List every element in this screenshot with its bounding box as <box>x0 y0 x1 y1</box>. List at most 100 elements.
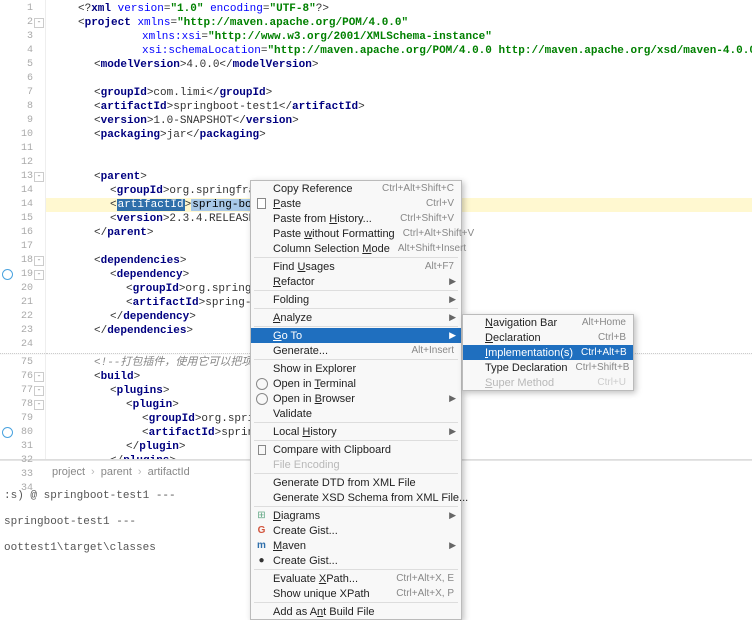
crumb[interactable]: project <box>52 466 85 478</box>
ctx-item-generate-dtd-from-xml-file[interactable]: Generate DTD from XML File <box>251 475 461 490</box>
ctx-item-paste-without-formatting[interactable]: Paste without FormattingCtrl+Alt+Shift+V <box>251 226 461 241</box>
ctx-item-analyze[interactable]: Analyze▶ <box>251 310 461 325</box>
goto-item-implementation-s[interactable]: Implementation(s)Ctrl+Alt+B <box>463 345 633 360</box>
goto-item-navigation-bar[interactable]: Navigation Bar Alt+Home <box>463 315 633 330</box>
menu-label: Validate <box>273 408 454 420</box>
crumb[interactable]: artifactId <box>148 466 190 478</box>
menu-label: Create Gist... <box>273 525 454 537</box>
fold-toggle[interactable]: - <box>34 256 44 266</box>
ctx-item-column-selection-mode[interactable]: Column Selection ModeAlt+Shift+Insert <box>251 241 461 256</box>
shortcut-text: Ctrl+Alt+Shift+V <box>403 228 474 239</box>
menu-label: Column Selection Mode <box>273 243 390 255</box>
ctx-item-create-gist[interactable]: ● Create Gist... <box>251 553 461 568</box>
line-gutter: 12-345678910111213-141415161718-19-20212… <box>0 0 46 459</box>
menu-label: Go To <box>273 330 454 342</box>
goto-submenu[interactable]: Navigation Bar Alt+Home DeclarationCtrl+BI… <box>462 314 634 391</box>
menu-label: Paste without Formatting <box>273 228 395 240</box>
fold-toggle[interactable]: - <box>34 400 44 410</box>
menu-label: Analyze <box>273 312 454 324</box>
menu-label: Navigation Bar <box>485 317 574 329</box>
brw-icon <box>255 377 268 390</box>
maven-icon: m <box>255 539 268 552</box>
submenu-arrow-icon: ▶ <box>449 426 456 437</box>
menu-label: Maven <box>273 540 454 552</box>
ctx-item-generate-xsd-schema-from-xml-file[interactable]: Generate XSD Schema from XML File... <box>251 490 461 505</box>
menu-separator <box>254 569 458 570</box>
ctx-item-folding[interactable]: Folding▶ <box>251 292 461 307</box>
shortcut-text: Ctrl+Shift+B <box>576 362 630 373</box>
menu-separator <box>254 257 458 258</box>
submenu-arrow-icon: ▶ <box>449 294 456 305</box>
menu-label: Evaluate XPath... <box>273 573 388 585</box>
ctx-item-diagrams[interactable]: ⊞ Diagrams▶ <box>251 508 461 523</box>
menu-separator <box>254 602 458 603</box>
shortcut-text: Ctrl+B <box>598 332 626 343</box>
ctx-item-refactor[interactable]: Refactor▶ <box>251 274 461 289</box>
menu-label: Generate DTD from XML File <box>273 477 454 489</box>
ctx-item-create-gist[interactable]: G Create Gist... <box>251 523 461 538</box>
gutter-indicator-icon <box>2 269 13 280</box>
menu-label: Add as Ant Build File <box>273 606 454 618</box>
ctx-item-open-in-browser[interactable]: Open in Browser▶ <box>251 391 461 406</box>
ctx-item-generate[interactable]: Generate...Alt+Insert <box>251 343 461 358</box>
ctx-item-maven[interactable]: mMaven▶ <box>251 538 461 553</box>
menu-label: Show in Explorer <box>273 363 454 375</box>
ctx-item-local-history[interactable]: Local History▶ <box>251 424 461 439</box>
submenu-arrow-icon: ▶ <box>449 393 456 404</box>
gh-icon: ● <box>255 554 268 567</box>
menu-separator <box>254 473 458 474</box>
menu-label: Type Declaration <box>485 362 568 374</box>
menu-separator <box>254 359 458 360</box>
brw-icon <box>255 392 268 405</box>
gutter-indicator-icon <box>2 427 13 438</box>
menu-label: Compare with Clipboard <box>273 444 454 456</box>
shortcut-text: Ctrl+Shift+V <box>400 213 454 224</box>
shortcut-text: Alt+Home <box>582 317 626 328</box>
menu-label: Diagrams <box>273 510 454 522</box>
menu-label: Paste <box>273 198 418 210</box>
fold-toggle[interactable]: - <box>34 270 44 280</box>
menu-separator <box>254 308 458 309</box>
diag-icon: ⊞ <box>255 509 268 522</box>
ctx-item-open-in-terminal[interactable]: Open in Terminal <box>251 376 461 391</box>
fold-toggle[interactable]: - <box>34 18 44 28</box>
ctx-item-go-to[interactable]: Go To▶ <box>251 328 461 343</box>
menu-separator <box>254 440 458 441</box>
shortcut-text: Alt+Shift+Insert <box>398 243 466 254</box>
shortcut-text: Ctrl+V <box>426 198 454 209</box>
goto-item-declaration[interactable]: DeclarationCtrl+B <box>463 330 633 345</box>
menu-label: Create Gist... <box>273 555 454 567</box>
submenu-arrow-icon: ▶ <box>449 510 456 521</box>
menu-label: Open in Browser <box>273 393 454 405</box>
ctx-item-compare-with-clipboard[interactable]: Compare with Clipboard <box>251 442 461 457</box>
ctx-item-paste[interactable]: Paste Ctrl+V <box>251 196 461 211</box>
ctx-item-validate[interactable]: Validate <box>251 406 461 421</box>
fold-toggle[interactable]: - <box>34 172 44 182</box>
context-menu[interactable]: Copy Reference Ctrl+Alt+Shift+C Paste Ctrl+… <box>250 180 462 620</box>
menu-label: Paste from History... <box>273 213 392 225</box>
ctx-item-evaluate-xpath[interactable]: Evaluate XPath...Ctrl+Alt+X, E <box>251 571 461 586</box>
menu-separator <box>254 326 458 327</box>
ctx-item-show-unique-xpath[interactable]: Show unique XPathCtrl+Alt+X, P <box>251 586 461 601</box>
fold-toggle[interactable]: - <box>34 372 44 382</box>
crumb[interactable]: parent <box>101 466 132 478</box>
gist-icon: G <box>255 524 268 537</box>
ctx-item-show-in-explorer[interactable]: Show in Explorer <box>251 361 461 376</box>
menu-separator <box>254 290 458 291</box>
menu-label: Generate... <box>273 345 403 357</box>
ctx-item-add-as-ant-build-file[interactable]: Add as Ant Build File <box>251 604 461 619</box>
shortcut-text: Ctrl+U <box>597 377 626 388</box>
ctx-item-copy-reference[interactable]: Copy Reference Ctrl+Alt+Shift+C <box>251 181 461 196</box>
menu-label: File Encoding <box>273 459 454 471</box>
ctx-item-paste-from-history[interactable]: Paste from History... Ctrl+Shift+V <box>251 211 461 226</box>
ctx-item-find-usages[interactable]: Find UsagesAlt+F7 <box>251 259 461 274</box>
shortcut-text: Ctrl+Alt+X, P <box>396 588 454 599</box>
paste-icon <box>255 197 268 210</box>
goto-item-type-declaration[interactable]: Type Declaration Ctrl+Shift+B <box>463 360 633 375</box>
menu-label: Find Usages <box>273 261 417 273</box>
shortcut-text: Ctrl+Alt+Shift+C <box>382 183 454 194</box>
menu-separator <box>254 422 458 423</box>
menu-label: Super Method <box>485 377 589 389</box>
menu-label: Copy Reference <box>273 183 374 195</box>
fold-toggle[interactable]: - <box>34 386 44 396</box>
